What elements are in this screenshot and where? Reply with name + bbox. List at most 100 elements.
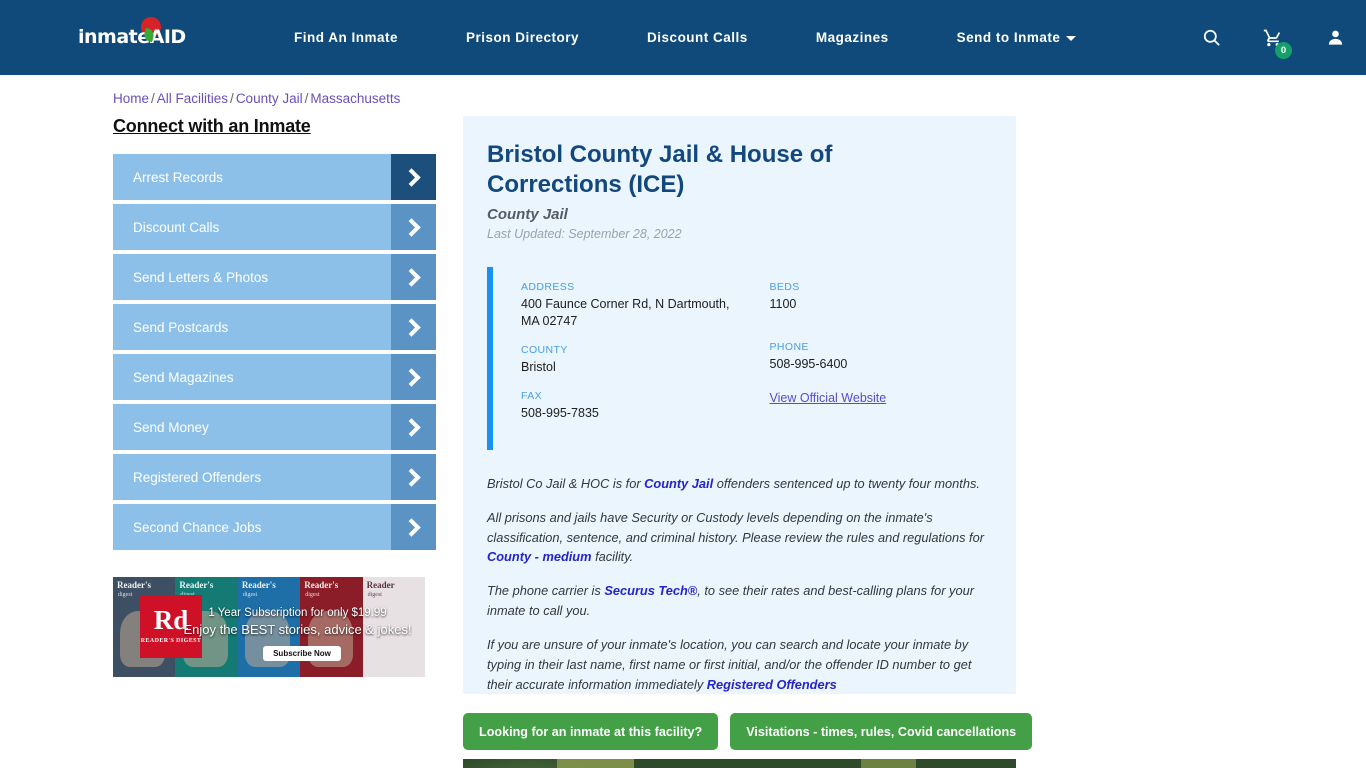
advertisement-banner[interactable]: Reader's digest Reader's digest Reader's di… — [113, 577, 425, 677]
nav-label: Magazines — [815, 30, 889, 45]
description-paragraph-2: All prisons and jails have Security or C… — [487, 508, 986, 567]
breadcrumb-separator: / — [230, 91, 234, 106]
sidebar-item-discount-calls[interactable]: Discount Calls — [113, 204, 436, 250]
sidebar-item-send-money[interactable]: Send Money — [113, 404, 436, 450]
visitations-info-button[interactable]: Visitations - times, rules, Covid cancel… — [730, 713, 1033, 751]
inline-link-securus-tech[interactable]: Securus Tech® — [604, 583, 697, 598]
info-group-beds: BEDS 1100 — [770, 281, 993, 313]
facility-type: County Jail — [487, 206, 568, 224]
info-group-phone: PHONE 508-995-6400 — [770, 341, 993, 373]
main-navigation: Find An Inmate Prison Directory Discount… — [260, 30, 1110, 45]
ad-cover-sub: digest — [367, 592, 382, 598]
info-group-website: View Official Website — [770, 389, 993, 407]
sidebar-item-send-magazines[interactable]: Send Magazines — [113, 354, 436, 400]
sidebar-item-arrest-records[interactable]: Arrest Records — [113, 154, 436, 200]
chevron-right-icon — [391, 504, 436, 550]
nav-label: Discount Calls — [647, 30, 748, 45]
ad-cover-title: Reader's — [304, 580, 339, 590]
sidebar-item-label: Registered Offenders — [133, 469, 262, 485]
facility-aerial-photo[interactable] — [463, 759, 1016, 768]
cart-button[interactable]: 0 — [1242, 28, 1304, 59]
nav-item-discount-calls[interactable]: Discount Calls — [613, 30, 782, 45]
last-updated-text: Last Updated: September 28, 2022 — [487, 227, 682, 242]
breadcrumb-item-home[interactable]: Home — [113, 91, 149, 106]
sidebar-item-registered-offenders[interactable]: Registered Offenders — [113, 454, 436, 500]
paragraph-text: The phone carrier is — [487, 583, 605, 599]
logo-wordmark: inmateAID — [78, 26, 186, 48]
page-layout: Connect with an Inmate Arrest Records Di… — [0, 116, 1366, 768]
nav-item-magazines[interactable]: Magazines — [782, 30, 923, 45]
ad-cover-title: Reader's — [117, 580, 151, 590]
cart-count-badge: 0 — [1275, 41, 1292, 59]
search-icon — [1203, 29, 1219, 46]
breadcrumb-item-all-facilities[interactable]: All Facilities — [157, 91, 228, 106]
breadcrumb: Home / All Facilities / County Jail / Massachu… — [113, 91, 1366, 106]
facility-action-buttons: Looking for an inmate at this facility? … — [463, 713, 1033, 751]
info-label-county: COUNTY — [521, 344, 568, 357]
info-value-county: Bristol — [521, 360, 556, 375]
header-icon-group: 0 — [1180, 0, 1366, 75]
nav-item-prison-directory[interactable]: Prison Directory — [432, 30, 613, 45]
ad-cover-title: Reader — [366, 580, 395, 590]
info-value-beds: 1100 — [769, 297, 797, 312]
sidebar-item-label: Send Letters & Photos — [133, 269, 269, 285]
sidebar-item-label: Send Postcards — [133, 319, 229, 335]
info-column-right: BEDS 1100 PHONE 508-995-6400 View Offici… — [744, 281, 993, 436]
sidebar-item-label: Second Chance Jobs — [133, 519, 262, 535]
aerial-field — [557, 759, 635, 768]
ad-logo-name: READER'S DIGEST — [140, 638, 202, 645]
aerial-trees — [463, 759, 1016, 768]
chevron-right-icon — [391, 154, 436, 200]
breadcrumb-item-county-jail[interactable]: County Jail — [236, 91, 303, 106]
breadcrumb-separator: / — [151, 91, 155, 106]
ad-headline: 1 Year Subscription for only $19.99 — [208, 607, 387, 619]
page-body: Home / All Facilities / County Jail / Massachu… — [0, 91, 1366, 768]
nav-label: Send to Inmate — [956, 30, 1061, 45]
facility-content-card: Bristol County Jail & House of Correctio… — [463, 116, 1016, 695]
inline-link-registered-offenders[interactable]: Registered Offenders — [707, 677, 837, 692]
nav-item-find-an-inmate[interactable]: Find An Inmate — [260, 30, 432, 45]
aerial-field — [861, 759, 917, 768]
chevron-right-icon — [391, 204, 436, 250]
paragraph-text: facility. — [591, 549, 634, 565]
info-label-beds: BEDS — [769, 281, 800, 294]
view-official-website-link[interactable]: View Official Website — [770, 391, 887, 405]
sidebar-item-send-letters-photos[interactable]: Send Letters & Photos — [113, 254, 436, 300]
info-label-address: ADDRESS — [521, 281, 575, 294]
breadcrumb-item-massachusetts[interactable]: Massachusetts — [310, 91, 400, 106]
sidebar-title: Connect with an Inmate — [113, 116, 311, 136]
ad-cover-title: Reader's — [179, 580, 214, 590]
main-column: Bristol County Jail & House of Correctio… — [463, 116, 1033, 768]
looking-for-inmate-button[interactable]: Looking for an inmate at this facility? — [463, 713, 719, 751]
description-paragraph-1: Bristol Co Jail & HOC is for County Jail… — [487, 474, 986, 494]
chevron-right-icon — [391, 404, 436, 450]
info-label-phone: PHONE — [769, 341, 809, 354]
sidebar-item-label: Send Magazines — [133, 369, 234, 385]
inline-link-county-medium[interactable]: County - medium — [487, 549, 592, 564]
search-button[interactable] — [1180, 28, 1242, 47]
sidebar-item-send-postcards[interactable]: Send Postcards — [113, 304, 436, 350]
ad-subheadline: Enjoy the BEST stories, advice & jokes! — [183, 622, 412, 637]
chevron-right-icon — [391, 354, 436, 400]
ad-cover-title: Reader's — [241, 580, 276, 590]
paragraph-text: All prisons and jails have Security or C… — [487, 509, 984, 545]
ad-subscribe-button[interactable]: Subscribe Now — [263, 646, 341, 661]
inline-link-county-jail[interactable]: County Jail — [644, 476, 713, 491]
facility-info-box: ADDRESS 400 Faunce Corner Rd, N Dartmout… — [487, 267, 992, 450]
page-title: Bristol County Jail & House of Correctio… — [487, 141, 833, 199]
chevron-right-icon — [391, 254, 436, 300]
info-group-fax: FAX 508-995-7835 — [521, 390, 744, 422]
ad-cover-sub: digest — [242, 592, 258, 598]
site-logo[interactable]: inmateAID — [78, 16, 188, 55]
ad-cover-sub: digest — [118, 592, 133, 598]
facility-description: Bristol Co Jail & HOC is for County Jail… — [487, 474, 992, 694]
nav-label: Find An Inmate — [294, 30, 398, 45]
info-value-address: 400 Faunce Corner Rd, N Dartmouth, MA 02… — [521, 297, 730, 329]
sidebar-item-second-chance-jobs[interactable]: Second Chance Jobs — [113, 504, 436, 550]
ad-cover-sub: digest — [305, 592, 320, 598]
account-button[interactable] — [1304, 28, 1366, 47]
nav-label: Prison Directory — [466, 30, 580, 45]
info-label-fax: FAX — [521, 390, 543, 403]
chevron-right-icon — [391, 454, 436, 500]
nav-item-send-to-inmate[interactable]: Send to Inmate — [923, 30, 1111, 45]
